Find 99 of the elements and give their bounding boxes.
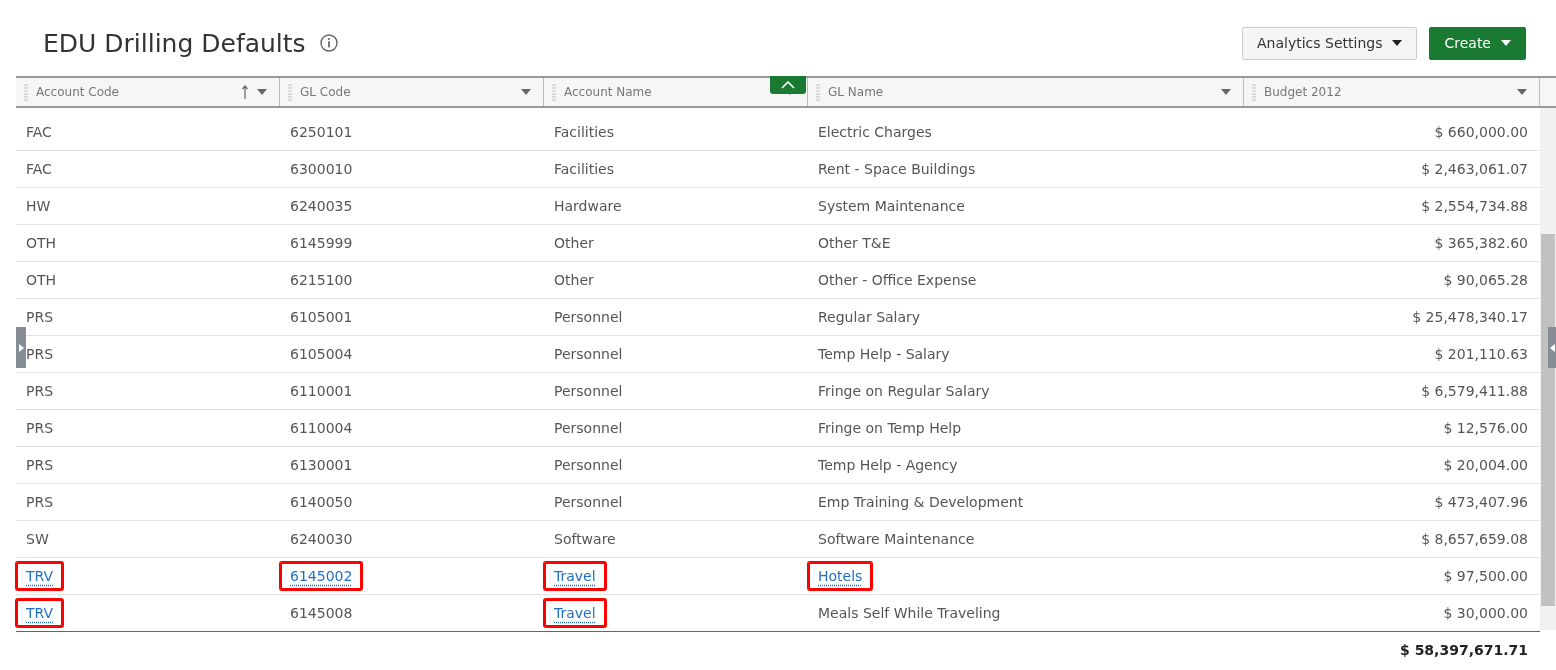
table-cell: 6145008 [290,605,353,621]
table-cell: Regular Salary [818,309,921,325]
sort-ascending-icon[interactable] [241,85,249,99]
table-cell: PRS [26,494,54,510]
column-header[interactable]: GL Name [808,78,1244,106]
table-cell: FAC [26,124,52,140]
table-cell: Software [554,531,616,547]
table-cell: 6140050 [290,494,353,510]
table-cell: SW [26,531,49,547]
expand-panel-handle[interactable] [1548,327,1556,368]
table-cell: Other T&E [818,235,891,251]
table-cell: PRS [26,383,54,399]
column-header[interactable]: Budget 2012 [1244,78,1540,106]
table-cell: Personnel [554,494,623,510]
table-cell: HW [26,198,51,214]
caret-icon [1392,40,1403,46]
table-cell: Fringe on Temp Help [818,420,962,436]
column-header[interactable]: Account Code [16,78,280,106]
settings-button[interactable]: Analytics Settings [1242,26,1418,60]
collapse-button[interactable] [770,76,806,94]
table-cell: 6105001 [290,309,353,325]
table-cell: 6300010 [290,161,353,177]
table-cell: Meals Self While Traveling [818,605,1001,621]
table-cell: PRS [26,457,54,473]
dropdown-icon[interactable] [1221,89,1231,95]
table-cell: OTH [26,272,57,288]
cell-link[interactable]: TRV [26,605,54,621]
column-header[interactable]: GL Code [280,78,544,106]
table-cell: PRS [26,420,54,436]
header-label: GL Name [828,85,884,99]
table-cell: $ 660,000.00 [1434,124,1528,140]
table-cell: $ 2,463,061.07 [1421,161,1528,177]
table-cell: $ 365,382.60 [1434,235,1528,251]
table-cell: Other [554,272,594,288]
table-cell: $ 90,065.28 [1443,272,1528,288]
info-icon[interactable] [319,34,338,52]
table-cell: 6240030 [290,531,353,547]
header-label: Account Name [564,85,652,99]
caret-icon [1501,40,1511,46]
table-cell: FAC [26,161,52,177]
table-cell: Hardware [554,198,622,214]
cell-link[interactable]: 6145002 [290,568,353,584]
header-label: Account Code [36,85,119,99]
table-cell: System Maintenance [818,198,965,214]
table-cell: Rent - Space Buildings [818,161,976,177]
table-cell: $ 6,579,411.88 [1421,383,1528,399]
arrow-left-icon [1549,343,1555,352]
table-cell: Personnel [554,309,623,325]
header-label: Budget 2012 [1264,85,1342,99]
table-cell: 6105004 [290,346,353,362]
table-cell: $ 20,004.00 [1443,457,1528,473]
expand-panel-handle[interactable] [16,327,26,368]
table-cell: OTH [26,235,57,251]
table-cell: Personnel [554,420,623,436]
table-cell: Electric Charges [818,124,932,140]
table-cell: 6240035 [290,198,353,214]
table-cell: $ 2,554,734.88 [1421,198,1528,214]
table-cell: $ 97,500.00 [1443,568,1528,584]
table-cell: $ 473,407.96 [1434,494,1528,510]
total-amount: $ 58,397,671.71 [1400,642,1528,658]
table-cell: $ 30,000.00 [1443,605,1528,621]
cell-link[interactable]: TRV [26,568,54,584]
table-cell: Personnel [554,383,623,399]
header-label: GL Code [300,85,351,99]
create-button[interactable]: Create [1429,26,1526,60]
dropdown-icon[interactable] [1517,89,1527,95]
chevron-up-icon [781,81,795,89]
table-cell: Other - Office Expense [818,272,977,288]
table-cell: $ 201,110.63 [1434,346,1528,362]
table-cell: 6215100 [290,272,353,288]
cell-link[interactable]: Hotels [818,568,863,584]
table-cell: 6110001 [290,383,353,399]
table-cell: Facilities [554,161,614,177]
table-cell: PRS [26,309,54,325]
table-cell: Facilities [554,124,614,140]
table-cell: PRS [26,346,54,362]
table-cell: $ 8,657,659.08 [1421,531,1528,547]
table-cell: Temp Help - Agency [818,457,958,473]
table-cell: $ 12,576.00 [1443,420,1528,436]
cell-link[interactable]: Travel [554,568,596,584]
table-cell: $ 25,478,340.17 [1412,309,1528,325]
table-cell: Fringe on Regular Salary [818,383,990,399]
table-cell: Personnel [554,346,623,362]
dropdown-icon[interactable] [257,89,267,95]
table-cell: Software Maintenance [818,531,975,547]
cell-link[interactable]: Travel [554,605,596,621]
table-cell: 6130001 [290,457,353,473]
table-cell: 6110004 [290,420,353,436]
table-cell: Other [554,235,594,251]
scrollbar-thumb[interactable] [1541,234,1555,606]
scrollbar[interactable] [1540,108,1556,630]
page-title: EDU Drilling Defaults [43,28,306,58]
table-cell: 6145999 [290,235,353,251]
table-cell: 6250101 [290,124,353,140]
table-cell: Personnel [554,457,623,473]
arrow-right-icon [18,343,24,352]
dropdown-icon[interactable] [521,89,531,95]
table-cell: Emp Training & Development [818,494,1024,510]
table-cell: Temp Help - Salary [818,346,950,362]
